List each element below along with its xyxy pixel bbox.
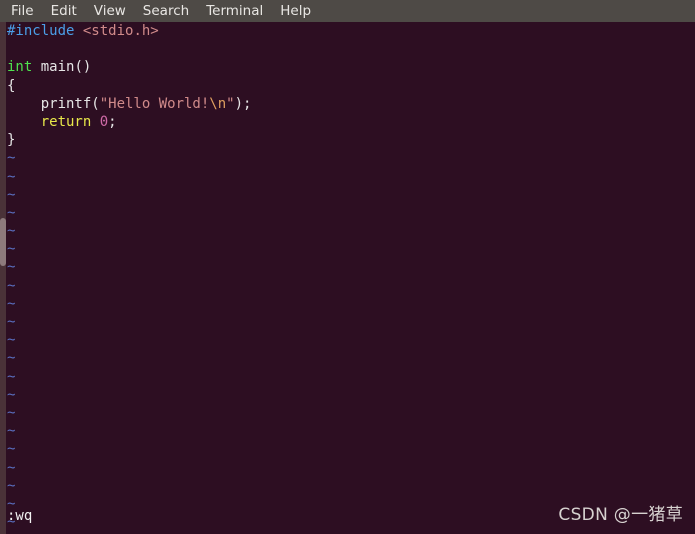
code-token: \n bbox=[209, 95, 227, 112]
code-line: #include <stdio.h> bbox=[7, 22, 695, 40]
menu-search[interactable]: Search bbox=[143, 0, 189, 22]
code-token: <stdio.h> bbox=[82, 23, 159, 39]
code-line: int main() bbox=[7, 58, 695, 76]
code-token: ); bbox=[234, 95, 252, 112]
code-token: { bbox=[7, 77, 16, 94]
code-token: 0 bbox=[99, 113, 109, 130]
code-token: " bbox=[226, 95, 235, 112]
code-token: "Hello World! bbox=[99, 95, 210, 112]
empty-line-marker: ~ bbox=[7, 441, 16, 458]
code-line: printf("Hello World!\n"); bbox=[7, 95, 695, 113]
empty-line-marker: ~ bbox=[7, 332, 16, 349]
empty-line-marker: ~ bbox=[7, 150, 16, 167]
code-token: main() bbox=[32, 59, 92, 76]
empty-line-marker: ~ bbox=[7, 277, 16, 294]
menu-help[interactable]: Help bbox=[280, 0, 311, 22]
menu-view[interactable]: View bbox=[94, 0, 126, 22]
code-token: int bbox=[7, 59, 33, 76]
empty-line-marker: ~ bbox=[7, 241, 16, 258]
vertical-scrollbar[interactable] bbox=[0, 22, 6, 534]
code-token: } bbox=[7, 132, 16, 149]
menu-edit[interactable]: Edit bbox=[51, 0, 77, 22]
code-editor-content[interactable]: #include <stdio.h> int main(){ printf("H… bbox=[7, 22, 695, 531]
empty-line-marker: ~ bbox=[7, 168, 16, 185]
code-line: { bbox=[7, 77, 695, 95]
menu-bar: File Edit View Search Terminal Help bbox=[0, 0, 695, 22]
scrollbar-thumb[interactable] bbox=[0, 218, 6, 266]
empty-line-marker: ~ bbox=[7, 295, 16, 312]
code-token: #include bbox=[7, 23, 75, 39]
watermark-label: CSDN @一猪草 bbox=[558, 505, 683, 525]
empty-line-marker: ~ bbox=[7, 459, 16, 476]
empty-line-marker: ~ bbox=[7, 186, 16, 203]
empty-line-marker: ~ bbox=[7, 314, 16, 330]
empty-line-marker: ~ bbox=[7, 223, 16, 240]
empty-line-marker: ~ bbox=[7, 259, 16, 276]
empty-line-marker: ~ bbox=[7, 404, 16, 421]
menu-terminal[interactable]: Terminal bbox=[206, 0, 263, 22]
empty-line-marker: ~ bbox=[7, 368, 16, 385]
menu-file[interactable]: File bbox=[11, 0, 34, 22]
empty-line-marker: ~ bbox=[7, 386, 16, 403]
code-line: } bbox=[7, 131, 695, 149]
code-token: return bbox=[40, 113, 92, 130]
code-token: ; bbox=[108, 113, 117, 130]
empty-line-marker: ~ bbox=[7, 204, 16, 221]
empty-line-marker: ~ bbox=[7, 423, 16, 440]
empty-line-marker: ~ bbox=[7, 350, 16, 367]
terminal-view[interactable]: #include <stdio.h> int main(){ printf("H… bbox=[0, 22, 695, 534]
empty-line-marker: ~ bbox=[7, 477, 16, 494]
code-line: return 0; bbox=[7, 113, 695, 131]
vim-status-line: :wq bbox=[7, 508, 33, 524]
code-token: printf( bbox=[7, 95, 100, 112]
terminal-window: File Edit View Search Terminal Help #include … bbox=[0, 0, 695, 534]
